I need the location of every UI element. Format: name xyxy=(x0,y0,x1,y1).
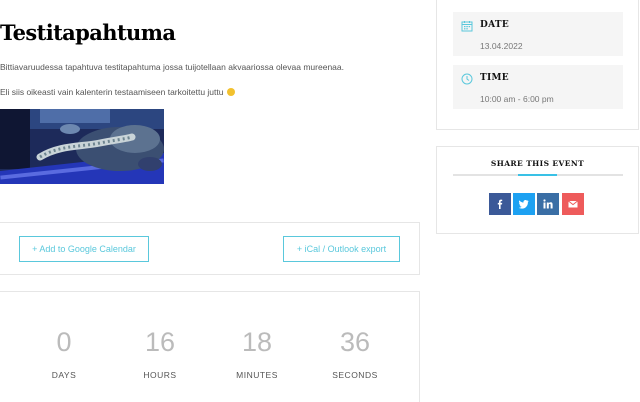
calendar-export-panel: + Add to Google Calendar + iCal / Outloo… xyxy=(0,222,420,275)
share-email-button[interactable] xyxy=(562,193,584,215)
event-title: Testitapahtuma xyxy=(0,20,176,45)
time-heading: TIME xyxy=(480,73,509,83)
smiley-emoji-icon xyxy=(226,88,235,96)
countdown-days-label: DAYS xyxy=(51,370,77,380)
countdown-hours: 16 HOURS xyxy=(115,325,205,380)
calendar-icon xyxy=(461,21,473,32)
event-description-note: Eli siis oikeasti vain kalenterin testaa… xyxy=(0,87,235,97)
countdown-minutes-value: 18 xyxy=(241,327,273,357)
countdown-seconds-value: 36 xyxy=(339,327,371,357)
event-description-note-text: Eli siis oikeasti vain kalenterin testaa… xyxy=(0,87,224,97)
countdown-panel: 0 DAYS 16 HOURS 18 MINUTES 36 SECONDS xyxy=(0,291,420,402)
event-photo xyxy=(0,109,164,184)
event-details-panel: DATE 13.04.2022 TIME 10:00 am - 6:00 pm xyxy=(436,0,639,130)
countdown-seconds: 36 SECONDS xyxy=(310,325,400,380)
event-date-box: DATE 13.04.2022 xyxy=(453,12,623,56)
share-twitter-button[interactable] xyxy=(513,193,535,215)
moray-eel-aquarium-image xyxy=(0,109,164,184)
countdown-days: 0 DAYS xyxy=(19,325,109,380)
time-value: 10:00 am - 6:00 pm xyxy=(480,94,554,104)
countdown-hours-label: HOURS xyxy=(143,370,177,380)
date-heading: DATE xyxy=(480,20,510,30)
event-description: Bittiavaruudessa tapahtuva testitapahtum… xyxy=(0,62,344,72)
share-heading: SHARE THIS EVENT xyxy=(490,159,585,168)
twitter-icon xyxy=(519,200,529,209)
countdown-hours-value: 16 xyxy=(144,327,176,357)
ical-outlook-export-button[interactable]: + iCal / Outlook export xyxy=(283,236,400,262)
event-time-box: TIME 10:00 am - 6:00 pm xyxy=(453,65,623,109)
share-facebook-button[interactable] xyxy=(489,193,511,215)
countdown-minutes: 18 MINUTES xyxy=(212,325,302,380)
share-panel: SHARE THIS EVENT xyxy=(436,146,639,234)
countdown-days-value: 0 xyxy=(56,327,72,357)
share-linkedin-button[interactable] xyxy=(537,193,559,215)
share-divider-accent xyxy=(518,174,557,176)
facebook-icon xyxy=(497,199,503,209)
clock-icon xyxy=(461,73,473,85)
email-icon xyxy=(568,200,578,208)
countdown-minutes-label: MINUTES xyxy=(236,370,278,380)
linkedin-icon xyxy=(543,199,553,209)
add-to-google-calendar-button[interactable]: + Add to Google Calendar xyxy=(19,236,149,262)
countdown-seconds-label: SECONDS xyxy=(332,370,378,380)
date-value: 13.04.2022 xyxy=(480,41,523,51)
